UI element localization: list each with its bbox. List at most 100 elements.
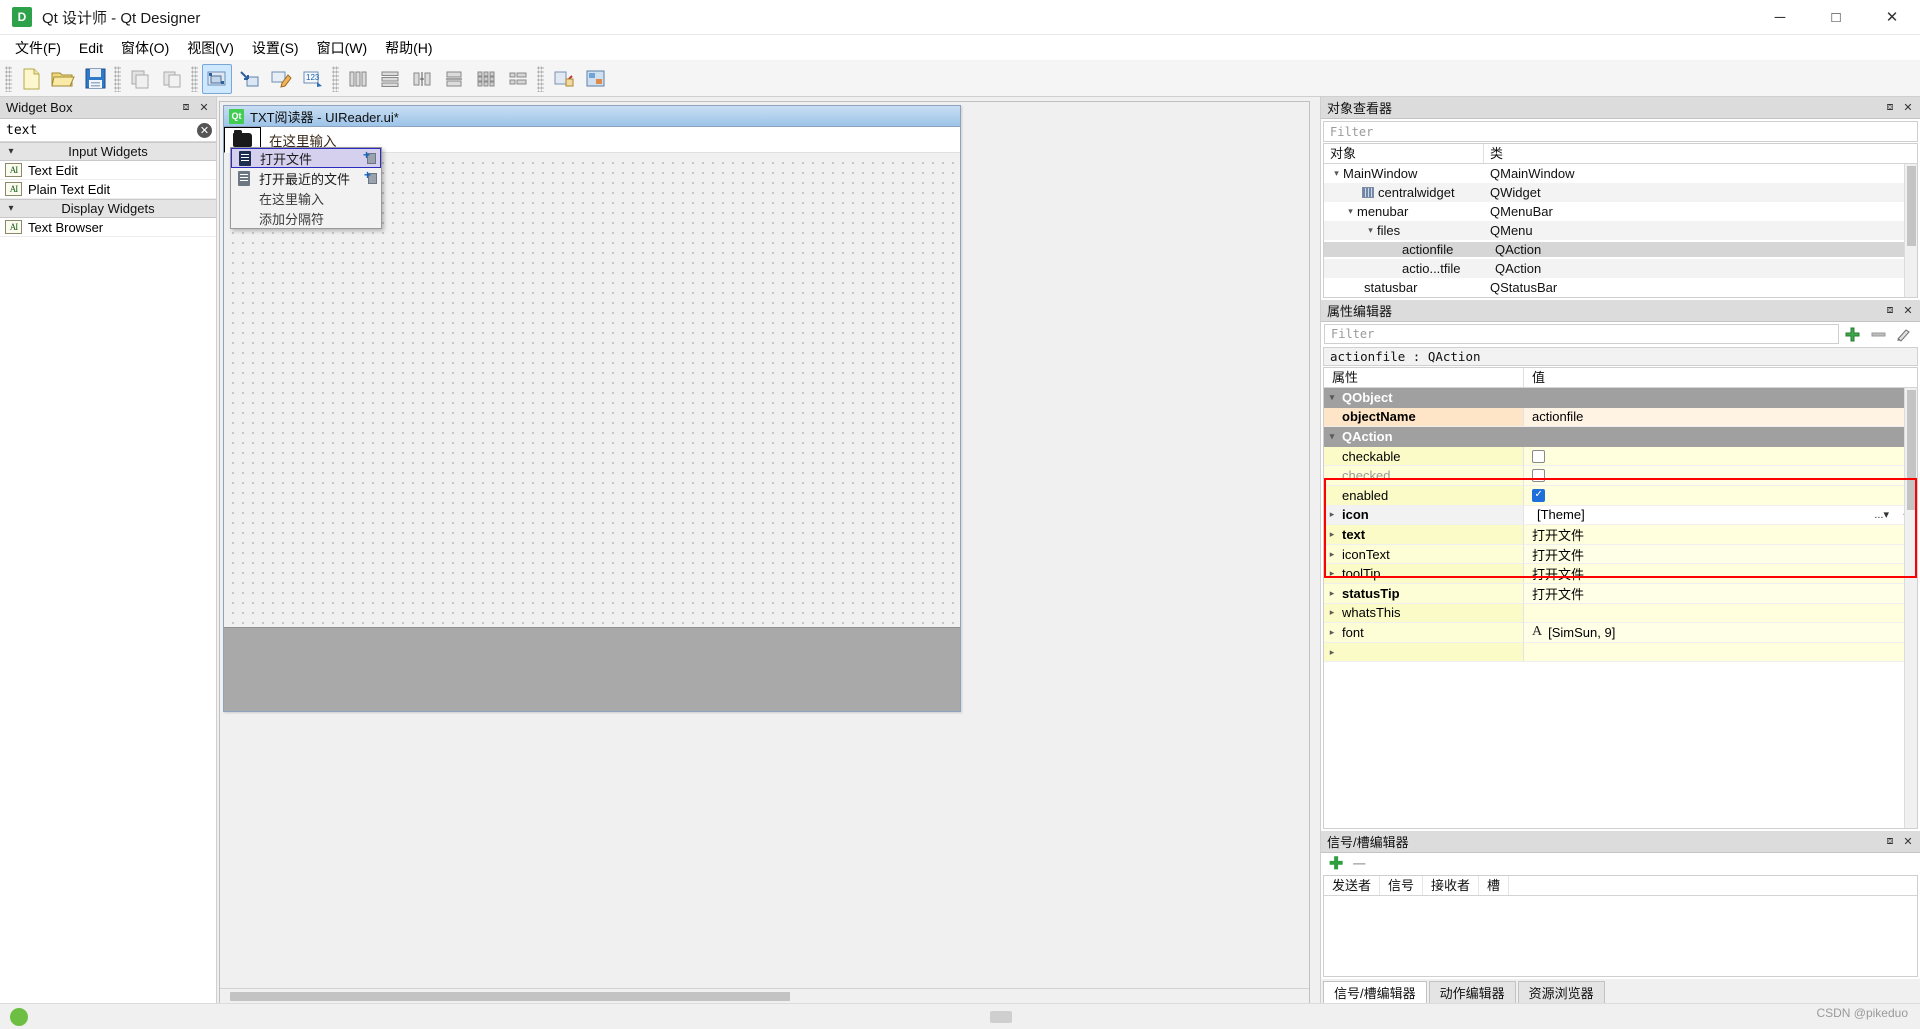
property-row-enabled[interactable]: enabled [1324,485,1917,506]
property-row-statustip[interactable]: ▸ statusTip 打开文件 [1324,583,1917,604]
property-row-font[interactable]: ▸ font A [SimSun, 9] [1324,623,1917,643]
scrollbar-thumb[interactable] [1907,390,1916,510]
property-row-icontext[interactable]: ▸ iconText 打开文件 [1324,544,1917,565]
copy-icon[interactable] [157,64,187,94]
menu-edit[interactable]: Edit [70,37,112,59]
remove-icon[interactable] [1865,323,1891,345]
toolbar-grip-2[interactable] [114,65,121,92]
menu-file[interactable]: 文件(F) [6,35,70,61]
property-value[interactable]: [Theme] [1532,507,1585,522]
object-inspector-filter[interactable]: Filter [1323,121,1918,142]
property-value[interactable]: 打开文件 [1532,545,1584,564]
add-action-badge-icon[interactable] [364,169,377,184]
checked-checkbox[interactable] [1532,469,1545,483]
property-editor-close-icon[interactable]: ✕ [1900,303,1916,319]
cut-icon[interactable] [125,64,155,94]
checkable-checkbox[interactable] [1532,449,1545,463]
maximize-button[interactable]: □ [1808,0,1864,34]
chevron-right-icon[interactable]: ▸ [1324,588,1340,599]
widget-group-input-widgets[interactable]: ▾ Input Widgets [0,142,216,161]
layout-form-icon[interactable] [503,64,533,94]
signal-slot-table[interactable]: 发送者 信号 接收者 槽 [1323,875,1918,977]
property-group-qaction[interactable]: ▾ QAction [1324,427,1917,447]
property-editor-filter[interactable]: Filter [1324,324,1839,344]
toolbar-grip[interactable] [5,65,12,92]
add-action-badge-icon[interactable] [363,149,376,164]
table-row[interactable]: ▾ files QMenu [1324,221,1917,240]
chevron-down-icon[interactable]: ▾ [1324,431,1340,442]
menu-help[interactable]: 帮助(H) [376,35,441,61]
property-row-text[interactable]: ▸ text 打开文件 [1324,525,1917,545]
menu-action-type-here[interactable]: 在这里输入 [231,188,381,208]
minimize-button[interactable]: ─ [1752,0,1808,34]
chevron-down-icon[interactable]: ▾ [1330,168,1343,179]
signal-slot-editor-float-icon[interactable]: ⧈ [1882,834,1898,850]
toolbar-grip-4[interactable] [332,65,339,92]
toolbar-grip-3[interactable] [191,65,198,92]
layout-horizontally-icon[interactable] [343,64,373,94]
tab-resource-browser[interactable]: 资源浏览器 [1517,981,1605,1003]
chevron-right-icon[interactable]: ▸ [1324,549,1340,560]
property-row-checked[interactable]: checked [1324,466,1917,486]
chevron-down-icon[interactable]: ▾ [1324,392,1340,403]
chevron-right-icon[interactable]: ▸ [1324,607,1340,618]
adjust-size-icon[interactable] [580,64,610,94]
edit-tab-order-icon[interactable]: 123 [298,64,328,94]
table-row[interactable]: centralwidget QWidget [1324,183,1917,202]
widget-item-text-browser[interactable]: AI Text Browser [0,218,216,237]
chevron-down-icon[interactable]: ▾ [1344,206,1357,217]
property-table[interactable]: 属性 值 ▾ QObject objectName actionfile ▾ Q… [1323,367,1918,829]
layout-splitter-horizontal-icon[interactable] [407,64,437,94]
table-row[interactable]: statusbar QStatusBar [1324,278,1917,297]
layout-vertically-icon[interactable] [375,64,405,94]
edit-widgets-icon[interactable] [202,63,232,94]
property-row-icon[interactable]: ▸icon [Theme] ...▾ ↶ [1324,505,1917,526]
widget-box-float-icon[interactable]: ⧈ [178,100,194,116]
widget-group-display-widgets[interactable]: ▾ Display Widgets [0,199,216,218]
object-inspector-float-icon[interactable]: ⧈ [1882,100,1898,116]
menu-window[interactable]: 窗口(W) [308,35,377,61]
toolbar-grip-5[interactable] [537,65,544,92]
chevron-right-icon[interactable]: ▸ [1324,509,1340,520]
save-form-icon[interactable] [80,64,110,94]
menu-form[interactable]: 窗体(O) [112,35,178,61]
layout-splitter-vertical-icon[interactable] [439,64,469,94]
property-editor-float-icon[interactable]: ⧈ [1882,303,1898,319]
property-value[interactable]: 打开文件 [1532,584,1584,603]
menu-action-open-file[interactable]: 打开文件 [231,148,381,168]
chevron-right-icon[interactable]: ▸ [1324,568,1340,579]
widget-box-close-icon[interactable]: ✕ [196,100,212,116]
table-row-selected[interactable]: actionfile QAction [1324,240,1917,259]
property-value[interactable]: 打开文件 [1532,564,1584,583]
widget-item-plain-text-edit[interactable]: AI Plain Text Edit [0,180,216,199]
mdi-horizontal-scrollbar[interactable] [220,988,1309,1003]
property-row-whatsthis[interactable]: ▸ whatsThis [1324,603,1917,624]
tab-action-editor[interactable]: 动作编辑器 [1428,981,1516,1003]
property-group-qobject[interactable]: ▾ QObject [1324,388,1917,408]
menu-settings[interactable]: 设置(S) [243,35,308,61]
clear-filter-icon[interactable]: ✕ [197,122,212,138]
property-row-tooltip[interactable]: ▸ toolTip 打开文件 [1324,564,1917,584]
table-row[interactable]: ▾ menubar QMenuBar [1324,202,1917,221]
configure-icon[interactable] [1891,323,1917,345]
object-inspector-close-icon[interactable]: ✕ [1900,100,1916,116]
widget-box-filter[interactable]: text ✕ [0,119,216,142]
property-value[interactable]: [SimSun, 9] [1548,625,1615,640]
property-row-objectname[interactable]: objectName actionfile [1324,407,1917,428]
break-layout-icon[interactable] [548,64,578,94]
remove-connection-icon[interactable]: ─ [1353,855,1365,873]
add-icon[interactable] [1839,323,1865,345]
menu-view[interactable]: 视图(V) [178,35,243,61]
property-row-partial[interactable]: ▸ [1324,642,1917,663]
property-editor-vertical-scrollbar[interactable] [1904,388,1917,828]
chevron-right-icon[interactable]: ▸ [1324,647,1340,658]
new-form-icon[interactable] [16,64,46,94]
property-row-checkable[interactable]: checkable [1324,446,1917,467]
chevron-right-icon[interactable]: ▸ [1324,627,1340,638]
signal-slot-editor-close-icon[interactable]: ✕ [1900,834,1916,850]
table-row[interactable]: ▾ MainWindow QMainWindow [1324,164,1917,183]
layout-grid-icon[interactable] [471,64,501,94]
object-inspector-tree[interactable]: 对象 类 ▾ MainWindow QMainWindow centralwidg… [1323,143,1918,298]
edit-signals-slots-icon[interactable] [234,64,264,94]
menu-action-open-recent-file[interactable]: 打开最近的文件 [231,168,381,188]
